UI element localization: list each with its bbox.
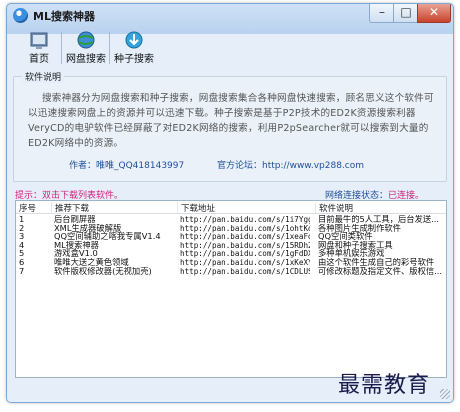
- col-header-name[interactable]: 推荐下载: [51, 202, 179, 214]
- col-header-url[interactable]: 下载地址: [177, 202, 317, 214]
- seed-search-label: 种子搜索: [114, 54, 154, 65]
- app-logo-icon: [13, 8, 28, 23]
- net-search-button[interactable]: 网盘搜索: [63, 30, 109, 65]
- col-header-desc[interactable]: 软件说明: [315, 202, 447, 214]
- description-legend: 软件说明: [22, 70, 65, 83]
- author-value[interactable]: 唯唯_QQ418143997: [96, 161, 184, 171]
- col-header-index[interactable]: 序号: [16, 202, 53, 214]
- forum-label: 官方论坛：: [217, 161, 263, 171]
- globe-icon: [77, 31, 95, 49]
- seed-search-button[interactable]: 种子搜索: [111, 30, 157, 65]
- toolbar-divider: [61, 32, 62, 64]
- table-row[interactable]: 7 软件版权修改器(无视加壳) http://pan.baidu.com/s/1CD…: [16, 267, 446, 276]
- row-url: http://pan.baidu.com/s/1CDLUS: [180, 266, 310, 276]
- toolbar: 首页 网盘搜索 种子搜索: [13, 30, 447, 65]
- row-name: 软件版权修改器(无视加壳): [54, 266, 152, 276]
- net-search-label: 网盘搜索: [66, 54, 106, 65]
- close-button[interactable]: ✕: [417, 4, 451, 23]
- description-body: 搜索神器分为网盘搜索和种子搜索，网盘搜索集合各种网盘快速搜索，顾名思义这个软件可…: [28, 93, 434, 149]
- resize-grip[interactable]: [440, 389, 450, 399]
- window-title: ML搜索神器: [33, 10, 95, 23]
- row-desc: 可修改标题及指定文件、版权信...: [318, 266, 442, 276]
- forum-line: 官方论坛：http://www.vp288.com: [217, 158, 364, 171]
- home-icon: [30, 32, 48, 49]
- row-index: 7: [19, 266, 25, 276]
- download-list[interactable]: 序号 推荐下载 下载地址 软件说明 1 后台刷屏器 http://pan.baidu…: [15, 200, 447, 378]
- author-label: 作者：: [69, 161, 97, 171]
- author-line: 作者：唯唯_QQ418143997: [69, 158, 184, 171]
- forum-link[interactable]: http://www.vp288.com: [262, 161, 364, 171]
- watermark-text: 最需教育: [338, 373, 431, 398]
- home-label: 首页: [29, 54, 49, 65]
- home-button[interactable]: 首页: [19, 30, 59, 65]
- minimize-button[interactable]: –: [369, 4, 395, 23]
- list-header: 序号 推荐下载 下载地址 软件说明: [16, 201, 446, 214]
- maximize-button[interactable]: □: [393, 4, 419, 23]
- toolbar-divider: [109, 32, 110, 64]
- download-icon: [125, 31, 143, 49]
- description-text: 搜索神器分为网盘搜索和种子搜索，网盘搜索集合各种网盘快速搜索，顾名思义这个软件可…: [28, 91, 436, 151]
- description-group: 软件说明 搜索神器分为网盘搜索和种子搜索，网盘搜索集合各种网盘快速搜索，顾名思义…: [13, 70, 447, 182]
- title-bar[interactable]: ML搜索神器 – □ ✕: [7, 4, 453, 28]
- app-window: ML搜索神器 – □ ✕ 首页 网盘搜索 种子搜索 软件说明 搜索神器分为网盘搜…: [6, 3, 454, 403]
